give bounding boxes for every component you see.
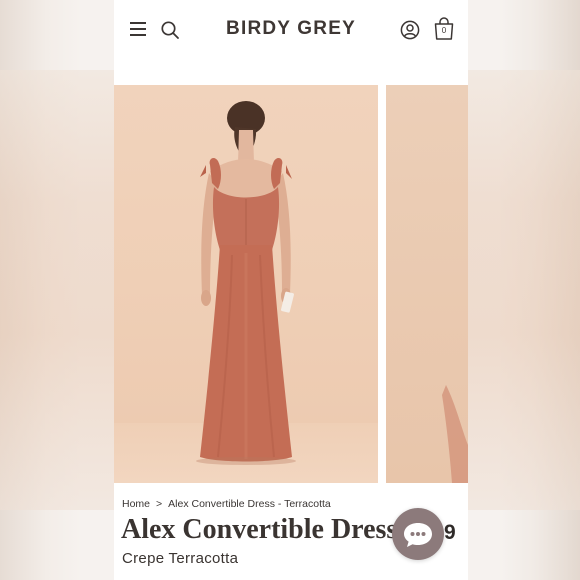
- account-icon[interactable]: [400, 20, 420, 40]
- breadcrumb: Home > Alex Convertible Dress - Terracotta: [122, 498, 331, 510]
- site-header: BIRDY GREY 0: [114, 0, 468, 60]
- chat-button[interactable]: [392, 508, 444, 560]
- background-blur-right: [466, 70, 580, 510]
- product-image-main[interactable]: [114, 85, 378, 483]
- breadcrumb-current[interactable]: Alex Convertible Dress - Terracotta: [168, 498, 331, 510]
- shopping-bag-icon[interactable]: 0: [433, 17, 455, 41]
- mobile-page: BIRDY GREY 0 Home > Alex Convertible Dre…: [114, 0, 468, 580]
- product-image-gallery[interactable]: [114, 85, 468, 483]
- product-subtitle: Crepe Terracotta: [122, 550, 239, 567]
- price-partial: 9: [444, 521, 456, 544]
- product-title: Alex Convertible Dress: [121, 514, 398, 545]
- breadcrumb-home-link[interactable]: Home: [122, 498, 150, 510]
- chat-bubble-icon: [404, 523, 432, 547]
- product-image-next[interactable]: [386, 85, 468, 483]
- breadcrumb-separator: >: [156, 498, 163, 510]
- background-blur-left: [0, 70, 114, 510]
- cart-count-badge: 0: [441, 26, 447, 35]
